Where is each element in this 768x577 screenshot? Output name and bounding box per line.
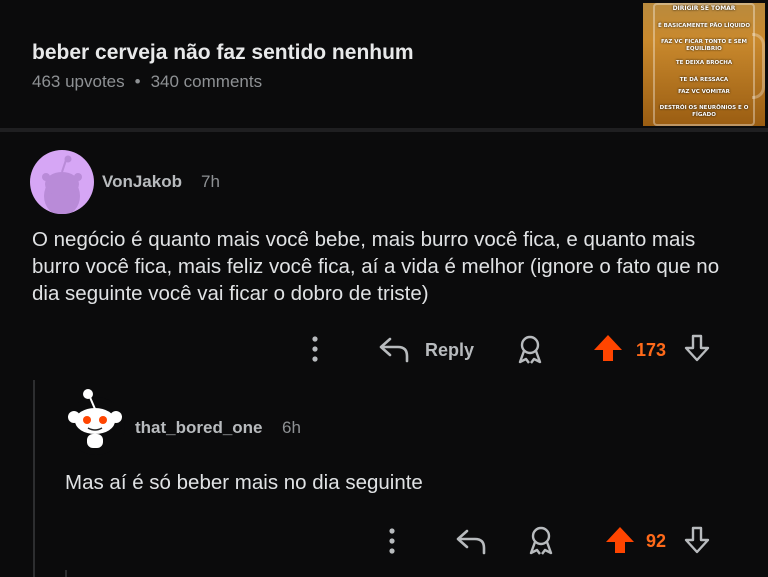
- score: 92: [646, 531, 667, 551]
- upvote-icon[interactable]: [592, 332, 624, 364]
- thumbnail-text: FAZ VC FICAR TONTO E SEM EQUILÍBRIO: [661, 39, 747, 52]
- comment-timestamp: 6h: [282, 418, 301, 437]
- post-title[interactable]: beber cerveja não faz sentido nenhum: [32, 41, 414, 65]
- upvote-icon[interactable]: [604, 524, 636, 556]
- more-options-icon[interactable]: [382, 526, 402, 556]
- snoo-avatar-icon: [42, 155, 82, 214]
- post-header[interactable]: beber cerveja não faz sentido nenhum 463…: [0, 0, 768, 128]
- thumbnail-text: TE DEIXA BROCHA: [675, 60, 733, 66]
- thread-line[interactable]: [33, 380, 35, 577]
- avatar[interactable]: [30, 150, 94, 214]
- comment-count: 340 comments: [150, 72, 263, 91]
- thumbnail-text: FAZ VC VOMITAR: [678, 89, 730, 95]
- thumbnail-text: DIRIGIR SE TOMAR: [672, 5, 736, 12]
- comment-timestamp: 7h: [201, 172, 220, 191]
- avatar[interactable]: [67, 389, 125, 455]
- header-divider: [0, 128, 768, 132]
- award-icon[interactable]: [526, 524, 556, 556]
- reply-button[interactable]: Reply: [425, 340, 474, 361]
- meta-separator: •: [134, 72, 141, 91]
- comment-username[interactable]: VonJakob: [102, 172, 182, 192]
- score: 173: [636, 340, 667, 360]
- upvote-count: 463 upvotes: [32, 72, 125, 91]
- post-meta: 463 upvotes • 340 comments: [32, 72, 262, 92]
- snoo-avatar-icon: [68, 389, 122, 448]
- comment-body: Mas aí é só beber mais no dia seguinte: [65, 471, 423, 494]
- beer-glass-handle: [752, 33, 765, 99]
- thread-line[interactable]: [65, 570, 67, 577]
- reply-icon[interactable]: [455, 526, 487, 556]
- thumbnail-text: TE DÁ RESSACA: [679, 77, 729, 83]
- comment-username[interactable]: that_bored_one: [135, 418, 263, 438]
- thumbnail-text: DESTRÓI OS NEURÔNIOS E O FÍGADO: [659, 105, 749, 118]
- reply-icon[interactable]: [378, 334, 410, 364]
- thumbnail-text: É BASICAMENTE PÃO LÍQUIDO: [657, 23, 751, 29]
- downvote-icon[interactable]: [681, 524, 713, 556]
- comment-body: O negócio é quanto mais você bebe, mais …: [32, 228, 720, 305]
- award-icon[interactable]: [515, 333, 545, 365]
- more-options-icon[interactable]: [305, 334, 325, 364]
- downvote-icon[interactable]: [681, 332, 713, 364]
- post-thumbnail[interactable]: DIRIGIR SE TOMAR É BASICAMENTE PÃO LÍQUI…: [643, 3, 765, 126]
